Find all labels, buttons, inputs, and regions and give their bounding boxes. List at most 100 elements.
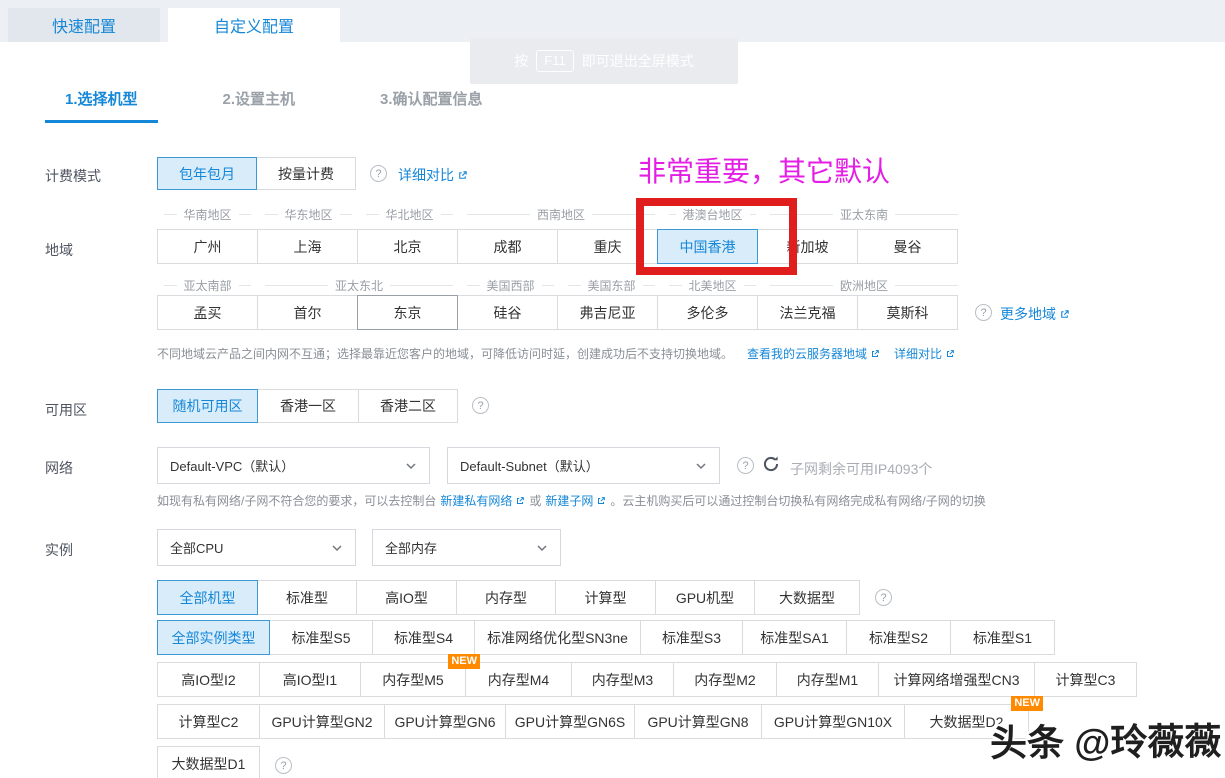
more-regions-text: 更多地域: [1000, 304, 1056, 324]
zone-help-icon[interactable]: ?: [472, 397, 489, 414]
subnet-select[interactable]: Default-Subnet（默认）: [447, 447, 720, 484]
type-gn10x-button[interactable]: GPU计算型GN10X: [761, 704, 905, 739]
region-note: 不同地域云产品之间内网不互通；选择最靠近您客户的地域，可降低访问时延，创建成功后…: [157, 345, 955, 362]
region-shanghai-button[interactable]: 上海: [257, 229, 358, 264]
top-tab-bar: 快速配置 自定义配置: [0, 0, 1225, 42]
step-confirm-config[interactable]: 3.确认配置信息: [360, 88, 503, 123]
new-badge: NEW: [448, 654, 480, 669]
region-group-us-west: 美国西部: [460, 277, 561, 294]
vpc-select[interactable]: Default-VPC（默认）: [157, 447, 430, 484]
type-s4-button[interactable]: 标准型S4: [372, 620, 475, 655]
family-all-button[interactable]: 全部机型: [157, 580, 258, 615]
memory-filter-select[interactable]: 全部内存: [372, 529, 561, 566]
step-select-model[interactable]: 1.选择机型: [45, 88, 158, 123]
zone-hk2-button[interactable]: 香港二区: [358, 389, 458, 423]
region-mumbai-button[interactable]: 孟买: [157, 295, 258, 330]
type-m2-button[interactable]: 内存型M2: [673, 662, 777, 697]
type-m3-button[interactable]: 内存型M3: [571, 662, 674, 697]
type-sn3ne-button[interactable]: 标准网络优化型SN3ne: [474, 620, 641, 655]
region-compare-link[interactable]: 详细对比: [894, 345, 955, 362]
type-m4-button[interactable]: 内存型M4: [465, 662, 572, 697]
family-gpu-button[interactable]: GPU机型: [655, 580, 755, 615]
memory-filter-value: 全部内存: [385, 538, 437, 557]
instance-type-row-2: 高IO型I2 高IO型I1 内存型M5 NEW 内存型M4 内存型M3 内存型M…: [157, 662, 1137, 697]
family-standard-button[interactable]: 标准型: [257, 580, 357, 615]
type-m5-button[interactable]: 内存型M5 NEW: [360, 662, 466, 697]
region-group-row-2: 亚太南部 亚太东北 美国西部 美国东部 北美地区 欧洲地区: [157, 277, 965, 294]
vpc-select-value: Default-VPC（默认）: [170, 456, 294, 475]
region-siliconvalley-button[interactable]: 硅谷: [457, 295, 558, 330]
create-subnet-link[interactable]: 新建子网: [545, 492, 606, 509]
region-bangkok-button[interactable]: 曼谷: [857, 229, 958, 264]
type-d1-button[interactable]: 大数据型D1: [157, 746, 260, 778]
subnet-ip-remaining: 子网剩余可用IP4093个: [790, 459, 932, 479]
family-compute-button[interactable]: 计算型: [555, 580, 656, 615]
step-set-host[interactable]: 2.设置主机: [203, 88, 316, 123]
region-toronto-button[interactable]: 多伦多: [657, 295, 758, 330]
family-bigdata-button[interactable]: 大数据型: [754, 580, 860, 615]
type-s2-button[interactable]: 标准型S2: [846, 620, 951, 655]
tab-quick-config[interactable]: 快速配置: [8, 8, 160, 42]
type-m1-button[interactable]: 内存型M1: [776, 662, 879, 697]
external-link-icon: [1059, 309, 1070, 320]
region-guangzhou-button[interactable]: 广州: [157, 229, 258, 264]
chevron-down-icon: [405, 462, 417, 470]
network-note-pre: 如现有私有网络/子网不符合您的要求，可以去控制台: [157, 492, 436, 509]
type-s1-button[interactable]: 标准型S1: [950, 620, 1055, 655]
chevron-down-icon: [536, 544, 548, 552]
billing-help-icon[interactable]: ?: [370, 165, 387, 182]
instance-label: 实例: [45, 540, 73, 560]
external-link-icon: [457, 170, 468, 181]
zone-hk1-button[interactable]: 香港一区: [257, 389, 359, 423]
external-link-icon: [596, 496, 606, 506]
chevron-down-icon: [331, 544, 343, 552]
fullscreen-exit-toast: 按 F11 即可退出全屏模式: [470, 38, 738, 84]
zone-random-button[interactable]: 随机可用区: [157, 389, 258, 423]
my-server-regions-link[interactable]: 查看我的云服务器地域: [747, 345, 880, 362]
billing-compare-link[interactable]: 详细对比: [398, 165, 468, 185]
external-link-icon: [945, 349, 955, 359]
region-frankfurt-button[interactable]: 法兰克福: [757, 295, 858, 330]
refresh-icon[interactable]: [762, 455, 780, 478]
type-gn6s-button[interactable]: GPU计算型GN6S: [505, 704, 635, 739]
type-gn8-button[interactable]: GPU计算型GN8: [634, 704, 762, 739]
type-i1-button[interactable]: 高IO型I1: [259, 662, 361, 697]
type-help-icon[interactable]: ?: [275, 757, 292, 774]
region-help-icon[interactable]: ?: [975, 304, 992, 321]
family-highio-button[interactable]: 高IO型: [356, 580, 457, 615]
region-chengdu-button[interactable]: 成都: [457, 229, 558, 264]
family-memory-button[interactable]: 内存型: [456, 580, 556, 615]
region-seoul-button[interactable]: 首尔: [257, 295, 358, 330]
type-gn6-button[interactable]: GPU计算型GN6: [384, 704, 506, 739]
family-help-icon[interactable]: ?: [875, 589, 892, 606]
create-vpc-link[interactable]: 新建私有网络: [440, 492, 525, 509]
region-group-apac-northeast: 亚太东北: [258, 277, 460, 294]
type-c2-button[interactable]: 计算型C2: [157, 704, 260, 739]
billing-postpaid-button[interactable]: 按量计费: [256, 157, 356, 190]
type-c3-button[interactable]: 计算型C3: [1034, 662, 1137, 697]
subnet-select-value: Default-Subnet（默认）: [460, 456, 599, 475]
type-s5-button[interactable]: 标准型S5: [269, 620, 373, 655]
type-sa1-button[interactable]: 标准型SA1: [742, 620, 847, 655]
billing-prepaid-button[interactable]: 包年包月: [157, 157, 257, 190]
type-gn2-button[interactable]: GPU计算型GN2: [259, 704, 385, 739]
new-badge: NEW: [1011, 696, 1043, 711]
region-group-north-america: 北美地区: [662, 277, 763, 294]
region-group-north-china: 华北地区: [359, 206, 460, 223]
more-regions-link[interactable]: 更多地域: [1000, 304, 1070, 324]
type-i2-button[interactable]: 高IO型I2: [157, 662, 260, 697]
network-help-icon[interactable]: ?: [737, 457, 754, 474]
cpu-filter-value: 全部CPU: [170, 538, 223, 557]
tab-custom-config[interactable]: 自定义配置: [168, 8, 340, 42]
region-virginia-button[interactable]: 弗吉尼亚: [557, 295, 658, 330]
region-moscow-button[interactable]: 莫斯科: [857, 295, 958, 330]
type-cn3-button[interactable]: 计算网络增强型CN3: [878, 662, 1035, 697]
billing-compare-text: 详细对比: [398, 165, 454, 185]
region-beijing-button[interactable]: 北京: [357, 229, 458, 264]
type-all-button[interactable]: 全部实例类型: [157, 620, 270, 655]
create-vpc-text: 新建私有网络: [440, 492, 512, 509]
type-s3-button[interactable]: 标准型S3: [640, 620, 743, 655]
cpu-filter-select[interactable]: 全部CPU: [157, 529, 356, 566]
instance-type-row-4: 大数据型D1: [157, 746, 260, 778]
region-tokyo-button[interactable]: 东京: [357, 295, 458, 330]
